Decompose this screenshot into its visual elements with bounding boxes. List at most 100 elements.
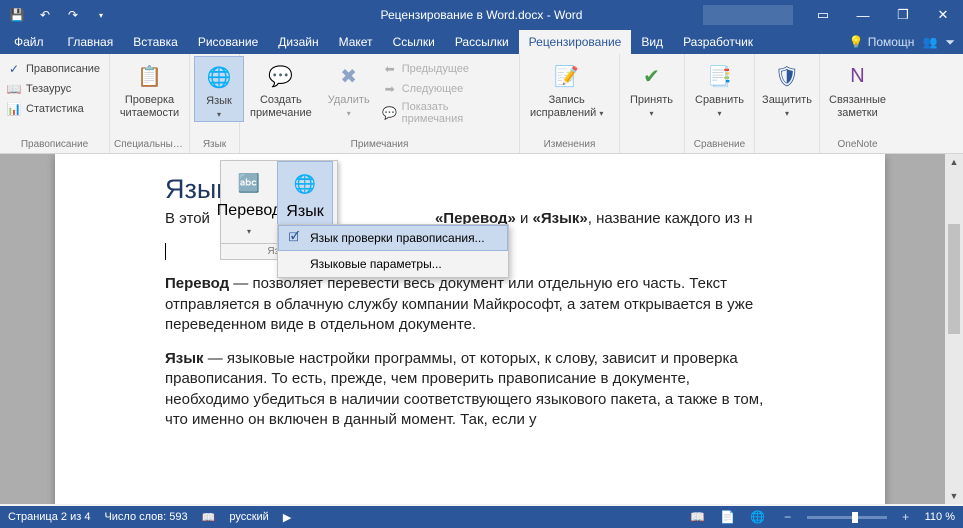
chevron-down-icon: ▾ <box>347 109 351 118</box>
translate-label: Перевод <box>217 202 281 219</box>
tab-layout[interactable]: Макет <box>329 30 383 54</box>
set-proofing-language-item[interactable]: 🗹 Язык проверки правописания... <box>278 225 508 251</box>
spell-check-status-icon[interactable]: 📖 <box>202 511 216 524</box>
tab-home[interactable]: Главная <box>58 30 124 54</box>
track-changes-label: Запись исправлений <box>530 94 596 119</box>
tab-draw[interactable]: Рисование <box>188 30 268 54</box>
read-mode-icon[interactable]: 📖 <box>687 508 709 526</box>
thesaurus-label: Тезаурус <box>26 83 71 95</box>
comments-icon[interactable]: ⏷ <box>945 35 955 50</box>
spelling-button[interactable]: ✓ Правописание <box>4 60 102 78</box>
group-label-protect <box>759 137 815 153</box>
tab-view[interactable]: Вид <box>631 30 673 54</box>
thesaurus-button[interactable]: 📖Тезаурус <box>4 80 102 98</box>
ribbon-tabs: Файл Главная Вставка Рисование Дизайн Ма… <box>0 30 963 54</box>
undo-icon[interactable]: ↶ <box>36 6 54 24</box>
group-label-accessibility: Специальные... <box>114 137 185 153</box>
zoom-out-icon[interactable]: − <box>777 508 799 526</box>
account-sign-in[interactable] <box>703 5 793 25</box>
proofing-lang-icon: 🗹 <box>286 230 302 246</box>
chevron-down-icon: ▾ <box>599 109 603 118</box>
show-comments-button[interactable]: 💬Показать примечания <box>380 100 515 126</box>
scroll-down-icon[interactable]: ▼ <box>945 488 963 504</box>
macro-status-icon[interactable]: ▶ <box>283 511 291 524</box>
tab-mailings[interactable]: Рассылки <box>445 30 519 54</box>
chevron-down-icon: ▾ <box>247 227 251 236</box>
accept-label: Принять <box>630 94 673 106</box>
page-indicator[interactable]: Страница 2 из 4 <box>8 511 90 523</box>
tab-design[interactable]: Дизайн <box>268 30 328 54</box>
language-preferences-item[interactable]: Языковые параметры... <box>278 251 508 277</box>
tab-insert[interactable]: Вставка <box>123 30 188 54</box>
compare-button[interactable]: 📑Сравнить▾ <box>689 56 750 120</box>
next-comment-button[interactable]: ➡ Следующее <box>380 80 515 98</box>
redo-icon[interactable]: ↷ <box>64 6 82 24</box>
protect-icon: 🛡 <box>771 60 803 92</box>
prev-comment-button[interactable]: ⬅Предыдущее <box>380 60 515 78</box>
accessibility-label: Проверка читаемости <box>120 94 179 120</box>
tab-developer[interactable]: Разработчик <box>673 30 763 54</box>
tell-me-label: Помощн <box>868 35 915 49</box>
new-comment-icon: 💬 <box>265 60 297 92</box>
stats-label: Статистика <box>26 103 84 115</box>
onenote-icon: N <box>842 60 874 92</box>
language-dropdown-menu: 🗹 Язык проверки правописания... Языковые … <box>277 224 509 278</box>
group-label-changes <box>624 137 680 153</box>
linked-notes-button[interactable]: NСвязанные заметки <box>824 56 891 120</box>
share-icon[interactable]: 👥 <box>922 35 937 49</box>
save-icon[interactable]: 💾 <box>8 6 26 24</box>
scroll-thumb[interactable] <box>948 224 960 334</box>
group-label-onenote: OneNote <box>824 137 891 153</box>
zoom-in-icon[interactable]: + <box>895 508 917 526</box>
track-changes-button[interactable]: 📝Запись исправлений ▾ <box>524 56 609 120</box>
spelling-label: Правописание <box>26 63 100 75</box>
zoom-slider-thumb[interactable] <box>852 512 858 523</box>
accept-button[interactable]: ✔Принять▾ <box>624 56 679 120</box>
text-cursor <box>165 243 166 260</box>
tab-references[interactable]: Ссылки <box>383 30 445 54</box>
word-count-button[interactable]: 📊 Статистика <box>4 100 102 118</box>
delete-comment-button[interactable]: ✖Удалить▾ <box>322 56 376 120</box>
tab-file[interactable]: Файл <box>0 30 58 54</box>
language-status[interactable]: русский <box>229 511 268 523</box>
translate-icon: 🔤 <box>233 167 265 199</box>
restore-icon[interactable]: ❐ <box>883 0 923 30</box>
zoom-level[interactable]: 110 % <box>925 511 955 523</box>
bulb-icon: 💡 <box>849 35 864 49</box>
chevron-down-icon: ▾ <box>649 109 653 118</box>
next-comment-label: Следующее <box>402 83 464 95</box>
group-label-tracking: Изменения <box>524 137 615 153</box>
tab-review[interactable]: Рецензирование <box>519 30 632 54</box>
abc-check-icon: ✓ <box>6 61 22 77</box>
set-proofing-language-label: Язык проверки правописания... <box>310 231 485 245</box>
group-label-language: Язык <box>194 137 235 153</box>
accessibility-button[interactable]: 📋Проверка читаемости <box>114 56 185 120</box>
translate-button[interactable]: 🔤Перевод▾ <box>221 161 277 243</box>
zoom-slider[interactable] <box>807 516 887 519</box>
document-page[interactable]: Язык В этой «Перевод» и «Язык», название… <box>55 154 885 504</box>
word-count[interactable]: Число слов: 593 <box>104 511 187 523</box>
tell-me[interactable]: 💡 Помощн <box>849 35 915 49</box>
new-comment-label: Создать примечание <box>250 94 312 120</box>
scroll-up-icon[interactable]: ▲ <box>945 154 963 170</box>
qat-customize-icon[interactable]: ▾ <box>92 6 110 24</box>
language-button[interactable]: 🌐Язык▾ <box>194 56 244 122</box>
close-icon[interactable]: ✕ <box>923 0 963 30</box>
minimize-icon[interactable]: — <box>843 0 883 30</box>
compare-label: Сравнить <box>695 94 744 106</box>
new-comment-button[interactable]: 💬Создать примечание <box>244 56 318 120</box>
ribbon: ✓ Правописание 📖Тезаурус 📊 Статистика Прав… <box>0 54 963 154</box>
protect-button[interactable]: 🛡Защитить▾ <box>759 56 815 120</box>
next-icon: ➡ <box>382 81 398 97</box>
globe-icon: 🌐 <box>289 168 321 200</box>
vertical-scrollbar[interactable]: ▲ ▼ <box>945 154 963 504</box>
group-label-comments: Примечания <box>244 137 515 153</box>
quick-access-toolbar: 💾 ↶ ↷ ▾ <box>0 6 110 24</box>
stats-icon: 📊 <box>6 101 22 117</box>
language-submenu-label: Язык <box>286 203 323 220</box>
ribbon-options-icon[interactable]: ▭ <box>803 0 843 30</box>
group-label-proofing: Правописание <box>4 137 105 153</box>
print-layout-icon[interactable]: 📄 <box>717 508 739 526</box>
web-layout-icon[interactable]: 🌐 <box>747 508 769 526</box>
title-bar: 💾 ↶ ↷ ▾ Рецензирование в Word.docx - Wor… <box>0 0 963 30</box>
